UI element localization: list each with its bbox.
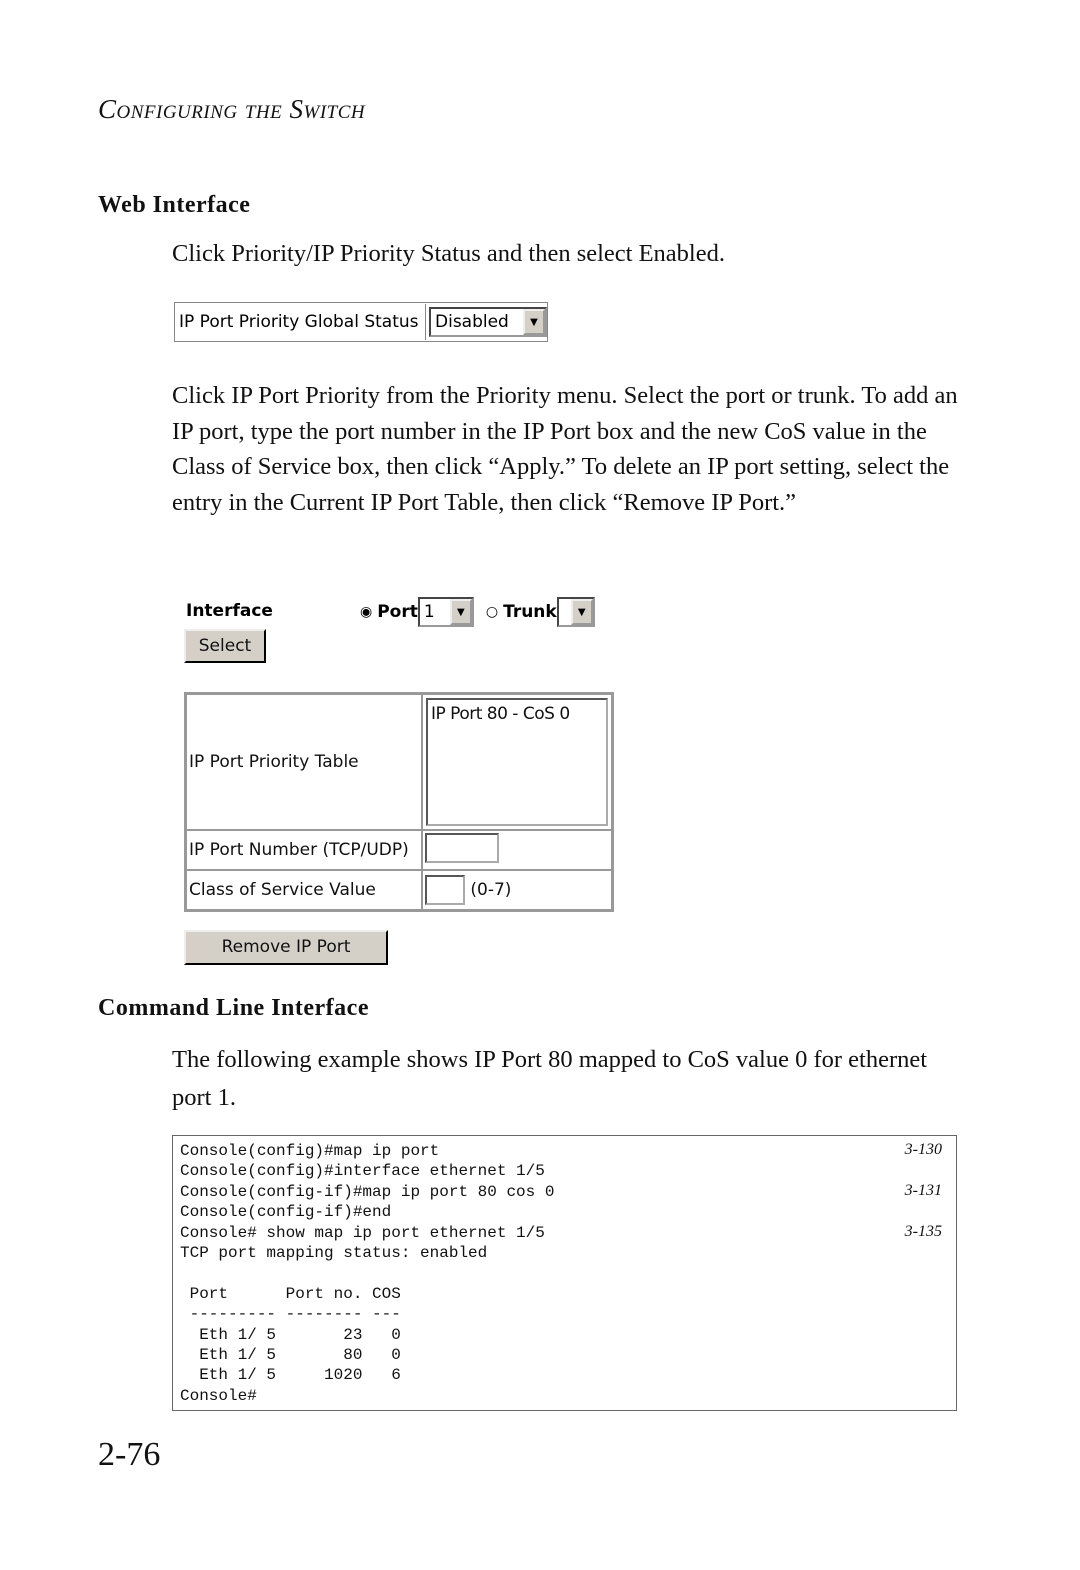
command-reference: 3-131: [904, 1181, 942, 1199]
port-label: Port: [377, 602, 418, 622]
code-line: Console(config-if)#map ip port 80 cos 0: [180, 1182, 555, 1201]
chevron-down-icon[interactable]: ▼: [570, 599, 593, 625]
remove-ip-port-button[interactable]: Remove IP Port: [184, 930, 388, 965]
page-number: 2-76: [98, 1436, 161, 1473]
select-button[interactable]: Select: [184, 629, 266, 663]
trunk-label: Trunk: [503, 602, 557, 622]
code-example: 3-130 3-131 3-135 Console(config)#map ip po…: [172, 1135, 957, 1411]
global-status-value: Disabled: [435, 312, 509, 332]
command-reference: 3-135: [904, 1222, 942, 1240]
code-line: --------- -------- ---: [180, 1305, 401, 1324]
ip-port-priority-list[interactable]: IP Port 80 - CoS 0: [426, 698, 608, 826]
paragraph: Click IP Port Priority from the Priority…: [172, 382, 958, 516]
trunk-radio-icon[interactable]: ○: [486, 604, 498, 620]
code-line: Eth 1/ 5 23 0: [180, 1325, 401, 1344]
code-line: Port Port no. COS: [180, 1284, 401, 1303]
interface-selector: ◉ Port 1 ▼ ○ Trunk ▼: [360, 597, 595, 627]
cli-heading: Command Line Interface: [98, 995, 369, 1021]
chevron-down-icon[interactable]: ▼: [523, 309, 545, 335]
code-line: Console# show map ip port ethernet 1/5: [180, 1223, 545, 1242]
port-select[interactable]: 1 ▼: [417, 597, 474, 627]
global-status-select[interactable]: Disabled ▼: [429, 307, 547, 337]
paragraph: The following example shows IP Port 80 m…: [172, 1046, 928, 1111]
code-line: TCP port mapping status: enabled: [180, 1243, 488, 1262]
code-line: Eth 1/ 5 1020 6: [180, 1366, 401, 1385]
cos-range: (0-7): [470, 880, 512, 900]
list-item[interactable]: IP Port 80 - CoS 0: [431, 704, 603, 724]
cos-label: Class of Service Value: [186, 870, 422, 910]
code-line: Console(config)#interface ethernet 1/5: [180, 1162, 545, 1181]
table-label: IP Port Priority Table: [186, 694, 422, 830]
global-status-label: IP Port Priority Global Status: [175, 304, 426, 340]
code-line: Console#: [180, 1386, 257, 1405]
global-status-row: IP Port Priority Global Status Disabled ▼: [174, 302, 548, 342]
running-header: Configuring the Switch: [98, 94, 366, 124]
cos-input[interactable]: [425, 875, 465, 905]
code-line: Console(config-if)#end: [180, 1203, 392, 1222]
code-line: Eth 1/ 5 80 0: [180, 1345, 401, 1364]
code-line: Console(config)#map ip port: [180, 1142, 440, 1160]
interface-label: Interface: [186, 601, 273, 621]
chevron-down-icon[interactable]: ▼: [449, 599, 472, 625]
trunk-select[interactable]: ▼: [556, 597, 595, 627]
command-reference: 3-130: [904, 1141, 942, 1158]
paragraph: Click Priority/IP Priority Status and th…: [172, 240, 725, 267]
manual-page: Configuring the Switch Web Interface Cli…: [0, 0, 1080, 1570]
port-value: 1: [423, 602, 435, 622]
port-radio-icon[interactable]: ◉: [360, 604, 372, 620]
ip-port-form-table: IP Port Priority Table IP Port 80 - CoS …: [184, 692, 614, 912]
web-interface-heading: Web Interface: [98, 192, 251, 218]
port-number-label: IP Port Number (TCP/UDP): [186, 830, 422, 870]
port-number-input[interactable]: [425, 832, 499, 863]
